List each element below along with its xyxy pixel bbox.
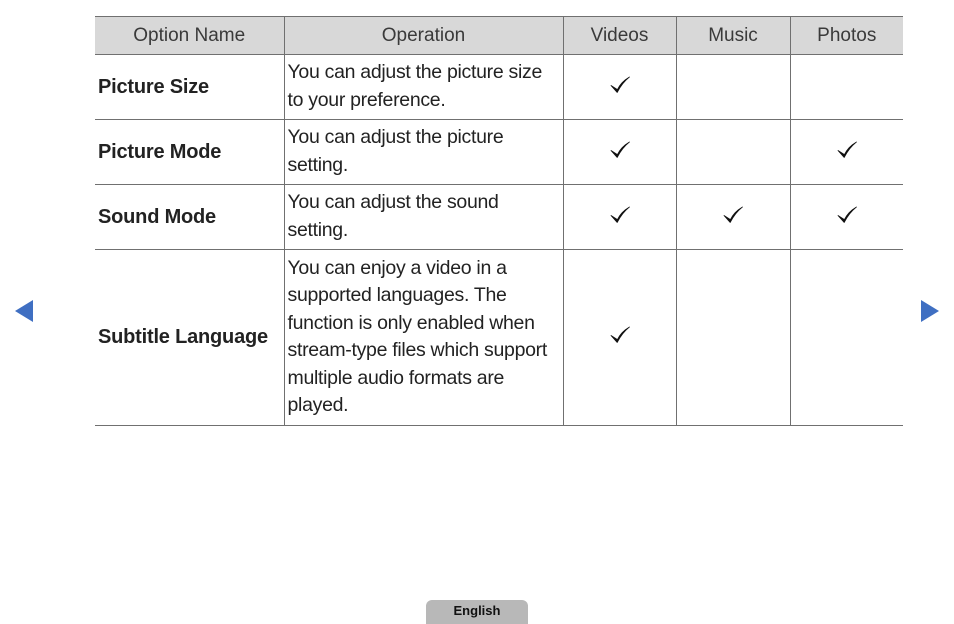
checkmark-icon (609, 74, 631, 96)
checkmark-icon (609, 204, 631, 226)
header-photos: Photos (789, 16, 903, 55)
table-row: Sound Mode You can adjust the sound sett… (95, 184, 903, 250)
header-music: Music (675, 16, 791, 55)
options-table: Option Name Operation Videos Music Photo… (95, 16, 903, 426)
header-videos: Videos (562, 16, 677, 55)
table-header-row: Option Name Operation Videos Music Photo… (95, 16, 903, 55)
checkmark-icon (836, 139, 858, 161)
option-operation: You can enjoy a video in a supported lan… (283, 249, 564, 426)
videos-cell (562, 119, 677, 185)
music-cell (675, 184, 791, 250)
videos-cell (562, 54, 677, 120)
header-option-name: Option Name (95, 16, 285, 55)
photos-cell (789, 184, 903, 250)
option-name: Picture Size (95, 54, 285, 120)
option-operation: You can adjust the picture size to your … (283, 54, 564, 120)
videos-cell (562, 184, 677, 250)
checkmark-icon (722, 204, 744, 226)
music-cell (675, 249, 791, 426)
table-row: Picture Mode You can adjust the picture … (95, 119, 903, 185)
option-name: Subtitle Language (95, 249, 285, 426)
option-operation: You can adjust the sound setting. (283, 184, 564, 250)
checkmark-icon (836, 204, 858, 226)
header-operation: Operation (283, 16, 564, 55)
music-cell (675, 119, 791, 185)
table-row: Subtitle Language You can enjoy a video … (95, 249, 903, 426)
option-name: Picture Mode (95, 119, 285, 185)
manual-page: Option Name Operation Videos Music Photo… (0, 0, 954, 624)
previous-page-arrow-icon[interactable] (15, 300, 33, 322)
photos-cell (789, 54, 903, 120)
photos-cell (789, 249, 903, 426)
videos-cell (562, 249, 677, 426)
checkmark-icon (609, 139, 631, 161)
option-name: Sound Mode (95, 184, 285, 250)
table-row: Picture Size You can adjust the picture … (95, 54, 903, 120)
photos-cell (789, 119, 903, 185)
music-cell (675, 54, 791, 120)
language-tab[interactable]: English (426, 600, 528, 624)
option-operation: You can adjust the picture setting. (283, 119, 564, 185)
checkmark-icon (609, 324, 631, 346)
next-page-arrow-icon[interactable] (921, 300, 939, 322)
